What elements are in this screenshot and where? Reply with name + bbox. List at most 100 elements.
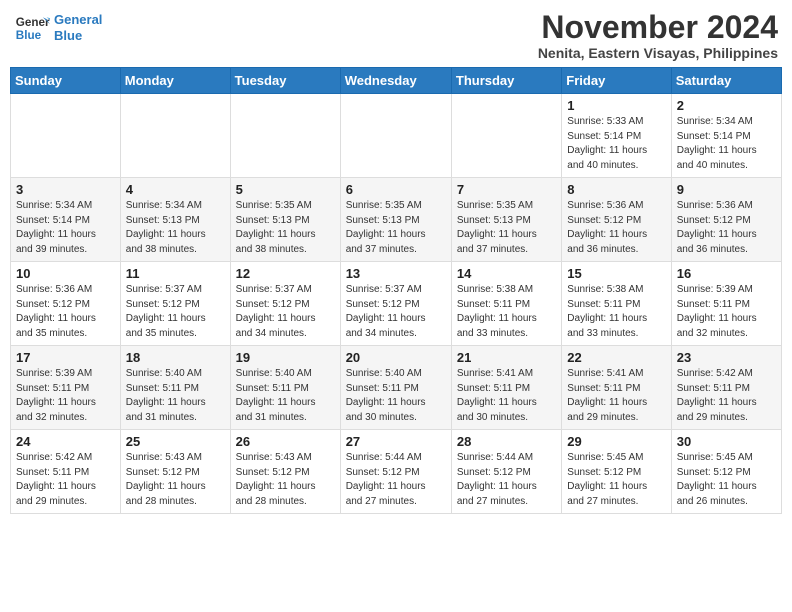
day-info: Sunrise: 5:36 AM Sunset: 5:12 PM Dayligh… bbox=[567, 199, 665, 257]
day-info: Sunrise: 5:44 AM Sunset: 5:12 PM Dayligh… bbox=[457, 451, 556, 509]
day-info: Sunrise: 5:33 AM Sunset: 5:14 PM Dayligh… bbox=[567, 115, 665, 173]
weekday-header-saturday: Saturday bbox=[671, 68, 781, 94]
calendar-cell: 1 Sunrise: 5:33 AM Sunset: 5:14 PM Daylig… bbox=[562, 94, 671, 178]
day-info: Sunrise: 5:37 AM Sunset: 5:12 PM Dayligh… bbox=[126, 283, 225, 341]
week-row-3: 10 Sunrise: 5:36 AM Sunset: 5:12 PM Dayli… bbox=[11, 262, 782, 346]
day-number: 18 bbox=[126, 350, 225, 365]
day-info: Sunrise: 5:39 AM Sunset: 5:11 PM Dayligh… bbox=[16, 367, 115, 425]
day-number: 23 bbox=[677, 350, 776, 365]
week-row-2: 3Sunrise: 5:34 AM Sunset: 5:14 PM Daylig… bbox=[11, 178, 782, 262]
day-number: 26 bbox=[236, 434, 335, 449]
day-number: 30 bbox=[677, 434, 776, 449]
calendar-cell bbox=[11, 94, 121, 178]
calendar-cell: 18 Sunrise: 5:40 AM Sunset: 5:11 PM Dayli… bbox=[120, 346, 230, 430]
calendar-cell: 8 Sunrise: 5:36 AM Sunset: 5:12 PM Daylig… bbox=[562, 178, 671, 262]
calendar-cell bbox=[120, 94, 230, 178]
calendar-cell: 2Sunrise: 5:34 AM Sunset: 5:14 PM Daylig… bbox=[671, 94, 781, 178]
day-info: Sunrise: 5:43 AM Sunset: 5:12 PM Dayligh… bbox=[236, 451, 335, 509]
day-number: 6 bbox=[346, 182, 446, 197]
calendar-cell: 29 Sunrise: 5:45 AM Sunset: 5:12 PM Dayli… bbox=[562, 430, 671, 514]
day-number: 17 bbox=[16, 350, 115, 365]
weekday-header-sunday: Sunday bbox=[11, 68, 121, 94]
calendar-cell: 15 Sunrise: 5:38 AM Sunset: 5:11 PM Dayli… bbox=[562, 262, 671, 346]
day-number: 9 bbox=[677, 182, 776, 197]
day-number: 20 bbox=[346, 350, 446, 365]
calendar-cell: 19Sunrise: 5:40 AM Sunset: 5:11 PM Dayli… bbox=[230, 346, 340, 430]
day-info: Sunrise: 5:39 AM Sunset: 5:11 PM Dayligh… bbox=[677, 283, 776, 341]
logo-text: General Blue bbox=[54, 12, 102, 43]
day-info: Sunrise: 5:40 AM Sunset: 5:11 PM Dayligh… bbox=[126, 367, 225, 425]
calendar-cell bbox=[340, 94, 451, 178]
day-info: Sunrise: 5:36 AM Sunset: 5:12 PM Dayligh… bbox=[16, 283, 115, 341]
calendar-table: SundayMondayTuesdayWednesdayThursdayFrid… bbox=[10, 67, 782, 514]
logo-icon: General Blue bbox=[14, 10, 50, 46]
calendar-cell bbox=[451, 94, 561, 178]
day-number: 27 bbox=[346, 434, 446, 449]
day-number: 24 bbox=[16, 434, 115, 449]
day-number: 1 bbox=[567, 98, 665, 113]
title-block: November 2024 Nenita, Eastern Visayas, P… bbox=[538, 10, 778, 61]
page-header: General Blue General Blue November 2024 … bbox=[10, 10, 782, 61]
calendar-cell: 10 Sunrise: 5:36 AM Sunset: 5:12 PM Dayli… bbox=[11, 262, 121, 346]
day-number: 14 bbox=[457, 266, 556, 281]
calendar-cell: 17 Sunrise: 5:39 AM Sunset: 5:11 PM Dayli… bbox=[11, 346, 121, 430]
calendar-cell: 16 Sunrise: 5:39 AM Sunset: 5:11 PM Dayli… bbox=[671, 262, 781, 346]
day-number: 4 bbox=[126, 182, 225, 197]
week-row-4: 17 Sunrise: 5:39 AM Sunset: 5:11 PM Dayli… bbox=[11, 346, 782, 430]
day-number: 22 bbox=[567, 350, 665, 365]
day-number: 7 bbox=[457, 182, 556, 197]
calendar-cell: 26 Sunrise: 5:43 AM Sunset: 5:12 PM Dayli… bbox=[230, 430, 340, 514]
calendar-cell: 30 Sunrise: 5:45 AM Sunset: 5:12 PM Dayli… bbox=[671, 430, 781, 514]
day-number: 12 bbox=[236, 266, 335, 281]
day-info: Sunrise: 5:37 AM Sunset: 5:12 PM Dayligh… bbox=[236, 283, 335, 341]
week-row-1: 1 Sunrise: 5:33 AM Sunset: 5:14 PM Daylig… bbox=[11, 94, 782, 178]
day-number: 11 bbox=[126, 266, 225, 281]
weekday-header-tuesday: Tuesday bbox=[230, 68, 340, 94]
weekday-header-wednesday: Wednesday bbox=[340, 68, 451, 94]
calendar-cell: 28Sunrise: 5:44 AM Sunset: 5:12 PM Dayli… bbox=[451, 430, 561, 514]
day-info: Sunrise: 5:45 AM Sunset: 5:12 PM Dayligh… bbox=[567, 451, 665, 509]
calendar-cell: 22 Sunrise: 5:41 AM Sunset: 5:11 PM Dayli… bbox=[562, 346, 671, 430]
week-row-5: 24 Sunrise: 5:42 AM Sunset: 5:11 PM Dayli… bbox=[11, 430, 782, 514]
day-info: Sunrise: 5:45 AM Sunset: 5:12 PM Dayligh… bbox=[677, 451, 776, 509]
day-info: Sunrise: 5:42 AM Sunset: 5:11 PM Dayligh… bbox=[16, 451, 115, 509]
day-number: 5 bbox=[236, 182, 335, 197]
day-info: Sunrise: 5:40 AM Sunset: 5:11 PM Dayligh… bbox=[346, 367, 446, 425]
calendar-cell: 11 Sunrise: 5:37 AM Sunset: 5:12 PM Dayli… bbox=[120, 262, 230, 346]
day-number: 16 bbox=[677, 266, 776, 281]
location: Nenita, Eastern Visayas, Philippines bbox=[538, 45, 778, 61]
day-number: 29 bbox=[567, 434, 665, 449]
day-info: Sunrise: 5:35 AM Sunset: 5:13 PM Dayligh… bbox=[236, 199, 335, 257]
weekday-header-monday: Monday bbox=[120, 68, 230, 94]
day-info: Sunrise: 5:34 AM Sunset: 5:13 PM Dayligh… bbox=[126, 199, 225, 257]
day-info: Sunrise: 5:40 AM Sunset: 5:11 PM Dayligh… bbox=[236, 367, 335, 425]
calendar-cell bbox=[230, 94, 340, 178]
calendar-cell: 20 Sunrise: 5:40 AM Sunset: 5:11 PM Dayli… bbox=[340, 346, 451, 430]
weekday-header-friday: Friday bbox=[562, 68, 671, 94]
calendar-cell: 6 Sunrise: 5:35 AM Sunset: 5:13 PM Daylig… bbox=[340, 178, 451, 262]
day-info: Sunrise: 5:41 AM Sunset: 5:11 PM Dayligh… bbox=[457, 367, 556, 425]
calendar-cell: 13Sunrise: 5:37 AM Sunset: 5:12 PM Dayli… bbox=[340, 262, 451, 346]
svg-text:Blue: Blue bbox=[16, 29, 42, 42]
weekday-header-thursday: Thursday bbox=[451, 68, 561, 94]
day-info: Sunrise: 5:38 AM Sunset: 5:11 PM Dayligh… bbox=[567, 283, 665, 341]
day-info: Sunrise: 5:38 AM Sunset: 5:11 PM Dayligh… bbox=[457, 283, 556, 341]
day-info: Sunrise: 5:44 AM Sunset: 5:12 PM Dayligh… bbox=[346, 451, 446, 509]
calendar-cell: 21Sunrise: 5:41 AM Sunset: 5:11 PM Dayli… bbox=[451, 346, 561, 430]
calendar-cell: 7Sunrise: 5:35 AM Sunset: 5:13 PM Daylig… bbox=[451, 178, 561, 262]
day-number: 10 bbox=[16, 266, 115, 281]
calendar-cell: 4 Sunrise: 5:34 AM Sunset: 5:13 PM Daylig… bbox=[120, 178, 230, 262]
day-info: Sunrise: 5:42 AM Sunset: 5:11 PM Dayligh… bbox=[677, 367, 776, 425]
calendar-cell: 12 Sunrise: 5:37 AM Sunset: 5:12 PM Dayli… bbox=[230, 262, 340, 346]
day-number: 8 bbox=[567, 182, 665, 197]
logo: General Blue General Blue bbox=[14, 10, 102, 46]
calendar-cell: 3Sunrise: 5:34 AM Sunset: 5:14 PM Daylig… bbox=[11, 178, 121, 262]
day-info: Sunrise: 5:41 AM Sunset: 5:11 PM Dayligh… bbox=[567, 367, 665, 425]
day-number: 15 bbox=[567, 266, 665, 281]
day-info: Sunrise: 5:34 AM Sunset: 5:14 PM Dayligh… bbox=[677, 115, 776, 173]
calendar-cell: 9 Sunrise: 5:36 AM Sunset: 5:12 PM Daylig… bbox=[671, 178, 781, 262]
day-number: 3 bbox=[16, 182, 115, 197]
day-info: Sunrise: 5:35 AM Sunset: 5:13 PM Dayligh… bbox=[346, 199, 446, 257]
day-info: Sunrise: 5:36 AM Sunset: 5:12 PM Dayligh… bbox=[677, 199, 776, 257]
weekday-header-row: SundayMondayTuesdayWednesdayThursdayFrid… bbox=[11, 68, 782, 94]
